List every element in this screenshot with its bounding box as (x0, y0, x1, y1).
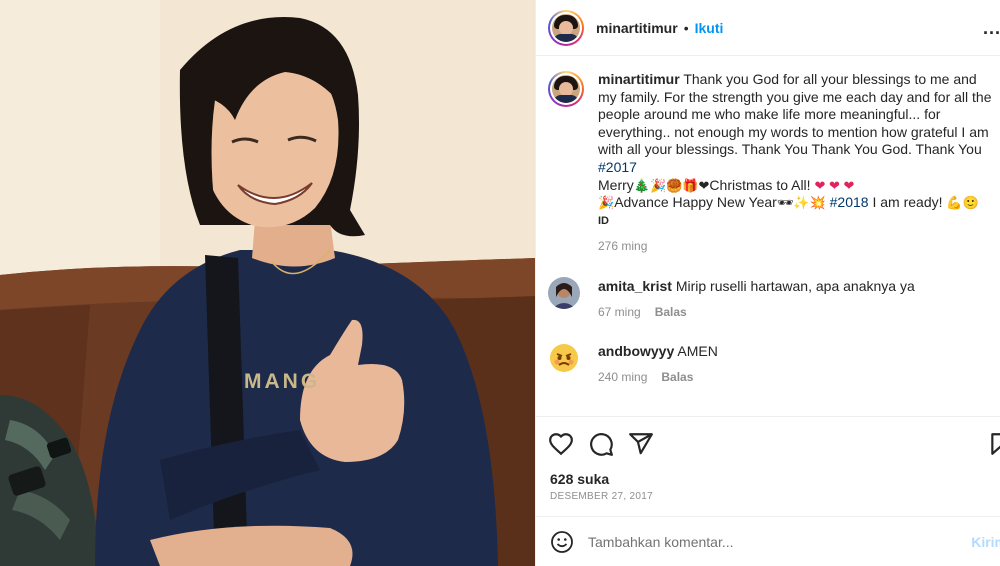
post-photo-illustration: MANG (0, 0, 535, 566)
post-caption: minartitimur Thank you God for all your … (548, 71, 998, 256)
comment-username[interactable]: andbowyyy (598, 343, 674, 359)
reply-button[interactable]: Balas (661, 370, 693, 384)
party-emoji: 🎉 (598, 195, 615, 211)
caption-new-year: Advance Happy New Year (614, 194, 777, 211)
comment-bubble-icon[interactable] (588, 431, 614, 457)
caption-merry: Merry (598, 176, 634, 193)
comment-item: andbowyyy AMEN 240 ming Balas (548, 342, 998, 386)
commenter-avatar[interactable] (548, 342, 580, 374)
comment-username[interactable]: amita_krist (598, 278, 672, 294)
more-options-icon[interactable]: ... (983, 18, 1000, 39)
post-side-panel: minartitimur • Ikuti ... minartitimur Th… (535, 0, 1000, 566)
commenter-avatar[interactable] (548, 277, 580, 309)
paper-plane-icon[interactable] (628, 431, 654, 457)
ready-emojis: 💪🙂 (946, 195, 979, 211)
hashtag-2017[interactable]: #2017 (598, 159, 637, 175)
post-date: DESEMBER 27, 2017 (550, 491, 653, 502)
add-comment-input[interactable] (588, 533, 948, 550)
caption-avatar[interactable] (548, 71, 584, 107)
header-separator: • (683, 19, 689, 36)
author-avatar[interactable] (548, 9, 584, 46)
bookmark-icon[interactable] (988, 431, 1000, 457)
caption-christmas: Christmas to All! (709, 176, 811, 193)
caption-ready: I am ready! (872, 194, 943, 211)
comment-item: amita_krist Mirip ruselli hartawan, apa … (548, 277, 998, 321)
add-comment-bar: Kirim (536, 516, 1000, 566)
post-actions (536, 416, 1000, 468)
comment-text: AMEN (677, 343, 718, 359)
likes-count[interactable]: 628 suka (550, 471, 609, 487)
author-username[interactable]: minartitimur (596, 20, 678, 36)
christmas-emojis: 🎄🎉🥮🎁❤ (633, 177, 710, 193)
heart-emojis: ❤ ❤ ❤ (814, 177, 855, 193)
post-comment-button[interactable]: Kirim (971, 534, 1000, 550)
caption-id-label: ID (598, 214, 609, 227)
caption-time[interactable]: 276 ming (598, 238, 998, 256)
heart-icon[interactable] (548, 431, 574, 457)
comment-time[interactable]: 240 ming (598, 370, 647, 384)
reply-button[interactable]: Balas (655, 305, 687, 319)
post-header: minartitimur • Ikuti ... (536, 0, 1000, 56)
smiley-icon[interactable] (550, 530, 574, 554)
comments-scroll-area[interactable]: minartitimur Thank you God for all your … (536, 57, 1000, 415)
comment-text: Mirip ruselli hartawan, apa anaknya ya (675, 278, 915, 294)
comment-time[interactable]: 67 ming (598, 305, 641, 319)
post-photo[interactable]: MANG (0, 0, 535, 566)
new-year-emojis: 🕶✨💥 (776, 195, 826, 211)
follow-button[interactable]: Ikuti (695, 20, 724, 36)
shirt-print: MANG (244, 370, 320, 393)
hashtag-2018[interactable]: #2018 (830, 194, 869, 210)
caption-username[interactable]: minartitimur (598, 71, 680, 87)
instagram-post-modal: MANG minartitimur • Ikuti ... minartitim… (0, 0, 1000, 566)
